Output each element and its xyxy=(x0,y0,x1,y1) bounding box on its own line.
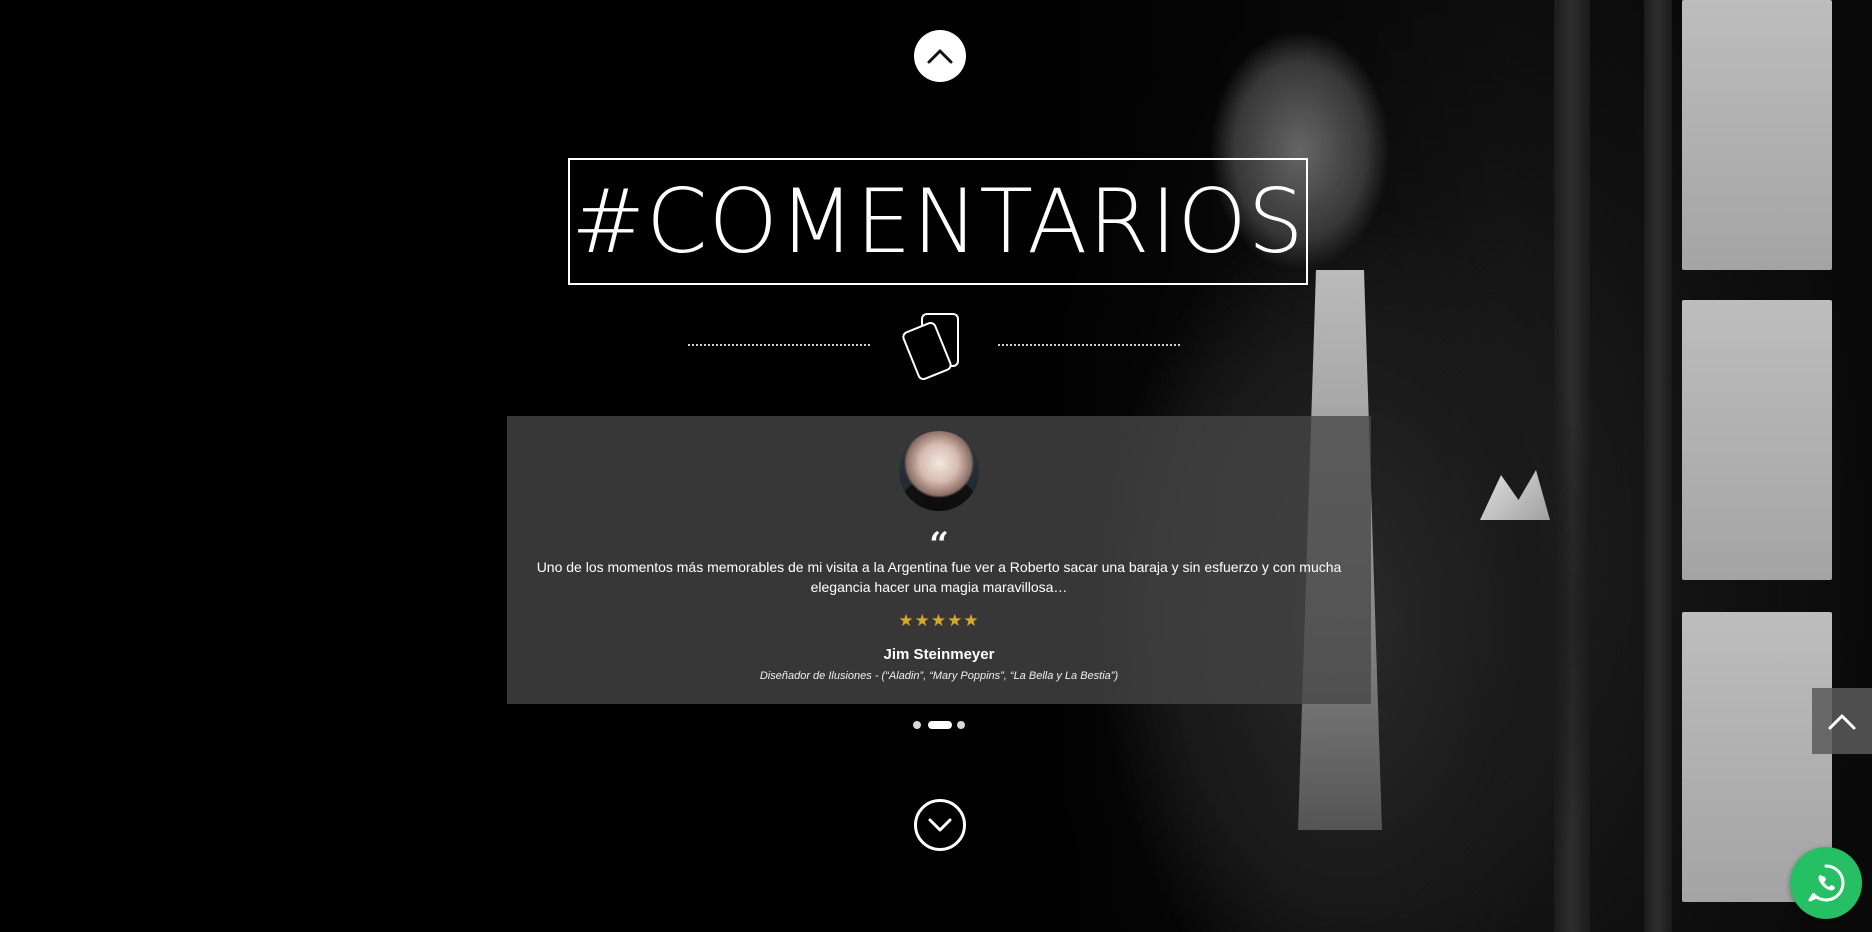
divider-dots-right xyxy=(998,344,1180,346)
playing-cards-icon xyxy=(902,313,959,380)
divider-dots-left xyxy=(688,344,870,346)
carousel-pagination xyxy=(910,720,970,730)
previous-section-button[interactable] xyxy=(914,30,966,82)
section-title-box: #COMENTARIOS xyxy=(568,158,1308,285)
rating-stars: ★★★★★ xyxy=(898,611,980,631)
testimonial-card: “ Uno de los momentos más memorables de … xyxy=(507,416,1371,704)
chevron-up-icon xyxy=(927,49,953,64)
window-pane xyxy=(1682,0,1832,270)
chevron-down-icon xyxy=(928,818,952,832)
section-title: #COMENTARIOS xyxy=(571,169,1305,273)
scroll-to-top-button[interactable] xyxy=(1812,688,1872,754)
carousel-dot[interactable] xyxy=(913,721,921,729)
testimonials-section: #COMENTARIOS “ Uno de los momentos más m… xyxy=(0,0,1872,932)
window-pane xyxy=(1682,300,1832,580)
carousel-dot[interactable] xyxy=(957,721,965,729)
testimonial-author: Jim Steinmeyer xyxy=(883,646,995,663)
testimonial-avatar xyxy=(899,431,979,511)
whatsapp-button[interactable] xyxy=(1790,847,1862,919)
carousel-dot-active[interactable] xyxy=(928,721,952,729)
whatsapp-icon xyxy=(1808,864,1845,902)
testimonial-text: Uno de los momentos más memorables de mi… xyxy=(536,559,1342,595)
chevron-up-icon xyxy=(1828,714,1856,730)
next-section-button[interactable] xyxy=(914,799,966,851)
testimonial-role: Diseñador de Ilusiones - (“Aladin”, “Mar… xyxy=(759,670,1119,682)
